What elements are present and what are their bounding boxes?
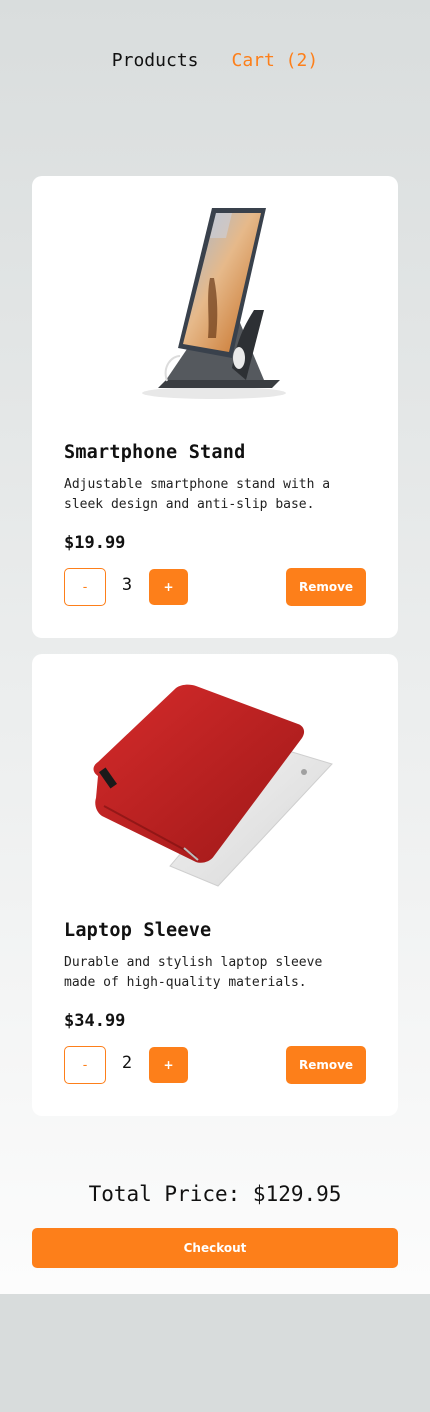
page: Products Cart (2) Smartphone Stand Adjus… — [0, 0, 430, 1294]
product-price: $19.99 — [64, 533, 126, 553]
remove-item-button[interactable]: Remove — [286, 568, 366, 606]
checkout-button[interactable]: Checkout — [32, 1228, 398, 1268]
quantity-value: 3 — [121, 575, 133, 595]
laptop-sleeve-image — [93, 684, 333, 887]
total-price: Total Price: $129.95 — [88, 1182, 342, 1206]
increase-quantity-button[interactable]: + — [149, 1047, 188, 1083]
nav-cart-link[interactable]: Cart (2) — [232, 50, 319, 71]
remove-item-button[interactable]: Remove — [286, 1046, 366, 1084]
top-nav: Products Cart (2) — [0, 50, 430, 71]
cart-item-card: Laptop Sleeve Durable and stylish laptop… — [32, 654, 398, 1116]
increase-quantity-button[interactable]: + — [149, 569, 188, 605]
nav-products-link[interactable]: Products — [112, 50, 199, 71]
product-description: Durable and stylish laptop sleeve made o… — [64, 955, 323, 990]
decrease-quantity-button[interactable]: - — [64, 1046, 106, 1084]
quantity-value: 2 — [121, 1053, 133, 1073]
decrease-quantity-button[interactable]: - — [64, 568, 106, 606]
product-title: Smartphone Stand — [64, 442, 246, 463]
product-title: Laptop Sleeve — [64, 920, 212, 941]
smartphone-stand-image — [142, 208, 286, 399]
product-description: Adjustable smartphone stand with a sleek… — [64, 477, 331, 512]
product-price: $34.99 — [64, 1011, 126, 1031]
cart-item-card: Smartphone Stand Adjustable smartphone s… — [32, 176, 398, 638]
